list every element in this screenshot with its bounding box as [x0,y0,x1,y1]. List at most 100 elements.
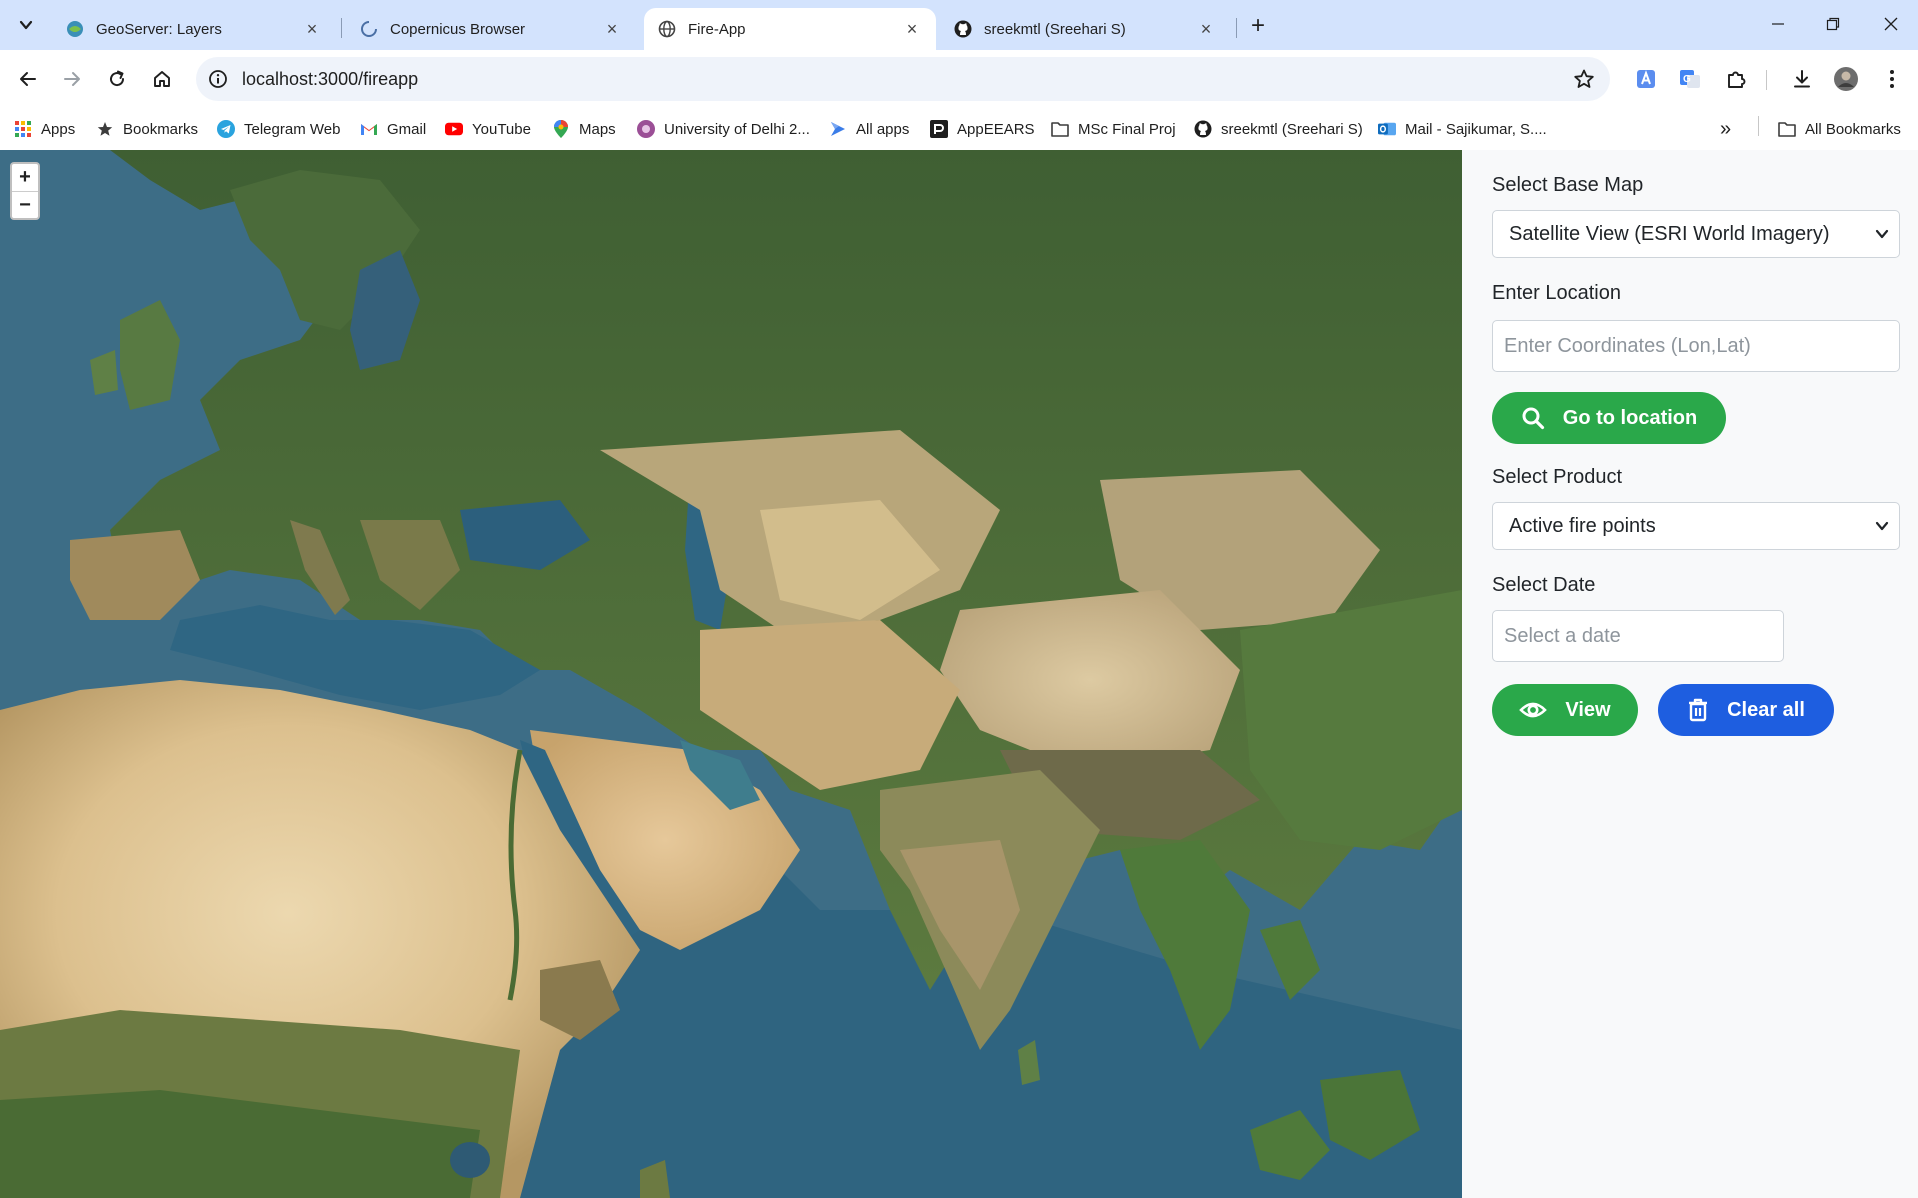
outlook-icon [1378,120,1396,138]
loading-spinner-icon [360,20,378,38]
home-button[interactable] [146,63,178,95]
all-bookmarks-button[interactable]: All Bookmarks [1778,118,1901,140]
chevron-down-icon [1875,521,1889,531]
telegram-icon [217,120,235,138]
all-bookmarks-label: All Bookmarks [1805,120,1901,138]
minimize-icon [1772,23,1784,25]
bookmark-maps[interactable]: Maps [552,118,616,140]
new-tab-button[interactable]: + [1244,12,1272,40]
gmail-icon [360,120,378,138]
site-info-icon[interactable] [206,67,230,91]
location-placeholder: Enter Coordinates (Lon,Lat) [1504,334,1751,357]
product-select[interactable]: Active fire points [1492,502,1900,550]
bookmark-telegram[interactable]: Telegram Web [217,118,340,140]
apps-grid-icon [14,120,32,138]
chevron-down-icon [19,20,33,30]
zoom-out-button[interactable]: − [12,191,38,218]
tab-search-button[interactable] [10,9,42,41]
minimize-button[interactable] [1755,8,1801,40]
search-icon [1521,406,1545,430]
bookmark-label: Gmail [387,120,427,138]
svg-text:G: G [1683,74,1691,85]
product-label: Select Product [1492,466,1623,488]
bookmark-apps[interactable]: Apps [14,118,75,140]
go-to-location-button[interactable]: Go to location [1492,392,1726,444]
bookmark-youtube[interactable]: YouTube [445,118,531,140]
product-value: Active fire points [1509,514,1656,537]
tab-title: GeoServer: Layers [96,20,222,38]
reload-button[interactable] [101,63,133,95]
folder-icon [1778,120,1796,138]
satellite-imagery [0,150,1462,1198]
view-button[interactable]: View [1492,684,1638,736]
download-icon[interactable] [1788,65,1816,93]
bookmark-appeears[interactable]: AppEEARS [930,118,1035,140]
bookmark-star-icon[interactable] [1572,67,1596,91]
bookmark-github[interactable]: sreekmtl (Sreehari S) [1194,118,1363,140]
tab-geoserver[interactable]: GeoServer: Layers × [52,8,336,50]
close-icon [1884,17,1898,31]
close-window-button[interactable] [1868,8,1914,40]
star-icon [96,120,114,138]
control-panel: Select Base Map Satellite View (ESRI Wor… [1462,150,1918,1198]
location-label: Enter Location [1492,282,1621,304]
date-label: Select Date [1492,574,1596,596]
zoom-control: + − [10,162,40,220]
chevron-down-icon [1875,229,1889,239]
close-tab-icon[interactable]: × [1196,19,1216,39]
university-icon [637,120,655,138]
bookmark-bookmarks[interactable]: Bookmarks [96,118,198,140]
google-translate-icon[interactable]: G [1676,65,1704,93]
close-tab-icon[interactable]: × [302,19,322,39]
clear-all-button[interactable]: Clear all [1658,684,1834,736]
browser-toolbar: localhost:3000/fireapp G [0,50,1918,108]
tab-divider [1236,18,1237,38]
github-icon [1194,120,1212,138]
bookmark-label: Bookmarks [123,120,199,138]
extension-a-icon[interactable] [1632,65,1660,93]
arrow-left-icon [20,72,36,86]
tab-fire-app[interactable]: Fire-App × [644,8,936,50]
bookmarks-bar: Apps Bookmarks Telegram Web Gmail YouTub… [0,108,1918,150]
more-menu-icon[interactable] [1878,65,1906,93]
restore-button[interactable] [1810,8,1856,40]
satellite-map[interactable]: + − [0,150,1462,1198]
geoserver-icon [66,20,84,38]
back-button[interactable] [12,63,44,95]
tab-github[interactable]: sreekmtl (Sreehari S) × [940,8,1230,50]
base-map-label: Select Base Map [1492,174,1644,196]
toolbar-divider [1766,70,1767,90]
zoom-in-button[interactable]: + [12,164,38,191]
extensions-puzzle-icon[interactable] [1722,65,1750,93]
base-map-select[interactable]: Satellite View (ESRI World Imagery) [1492,210,1900,258]
forward-button[interactable] [56,63,88,95]
trash-icon [1687,698,1709,722]
more-bookmarks-button[interactable]: » [1720,118,1731,140]
tab-strip: GeoServer: Layers × Copernicus Browser ×… [0,0,1918,50]
close-tab-icon[interactable]: × [902,19,922,39]
power-apps-icon [829,120,847,138]
clear-all-label: Clear all [1727,698,1805,721]
bookmark-all-apps[interactable]: All apps [829,118,909,140]
tab-divider [341,18,342,38]
tab-copernicus[interactable]: Copernicus Browser × [346,8,636,50]
bookmark-mail[interactable]: Mail - Sajikumar, S.... [1378,118,1547,140]
go-to-location-label: Go to location [1562,406,1698,429]
bookmark-gmail[interactable]: Gmail [360,118,426,140]
profile-avatar-icon[interactable] [1832,65,1860,93]
reload-icon [110,70,125,87]
address-bar[interactable]: localhost:3000/fireapp [196,57,1610,101]
location-input[interactable]: Enter Coordinates (Lon,Lat) [1492,320,1900,372]
maps-pin-icon [552,120,570,138]
close-tab-icon[interactable]: × [602,19,622,39]
bookmark-label: Apps [41,120,76,138]
bookmark-msc-final-proj[interactable]: MSc Final Proj [1051,118,1176,140]
date-input[interactable]: Select a date [1492,610,1784,662]
bookmark-label: sreekmtl (Sreehari S) [1221,120,1363,138]
view-label: View [1565,698,1611,721]
home-icon [154,71,170,87]
bookmark-label: MSc Final Proj [1078,120,1176,138]
bookmarks-divider [1758,116,1759,136]
bookmark-label: Telegram Web [244,120,341,138]
bookmark-university[interactable]: University of Delhi 2... [637,118,810,140]
